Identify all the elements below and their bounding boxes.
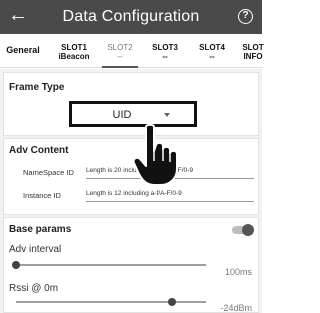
app-bar: ← Data Configuration ? bbox=[0, 0, 262, 34]
slider-thumb[interactable] bbox=[12, 261, 20, 269]
frame-type-title: Frame Type bbox=[9, 82, 65, 93]
adv-content-title: Adv Content bbox=[9, 145, 69, 156]
adv-interval-slider[interactable] bbox=[12, 261, 206, 269]
rssi-slider[interactable] bbox=[16, 298, 206, 306]
instance-id-label: Instance ID bbox=[23, 191, 61, 200]
instance-id-field[interactable]: Length is 12 including a-f/A-F/0-9 bbox=[86, 190, 254, 202]
pointing-hand-icon bbox=[132, 123, 178, 186]
tab-slot3[interactable]: SLOT3 -- bbox=[143, 34, 187, 68]
tab-label: SLOT bbox=[242, 43, 264, 52]
tab-slot4[interactable]: SLOT4 -- bbox=[190, 34, 234, 68]
base-params-toggle[interactable] bbox=[232, 224, 254, 236]
caret-down-icon bbox=[164, 113, 170, 117]
rssi-value: -24dBm bbox=[220, 303, 252, 313]
tab-slot2[interactable]: SLOT2 -- bbox=[98, 34, 142, 68]
help-circle-icon[interactable]: ? bbox=[238, 9, 253, 24]
tab-sublabel: -- bbox=[117, 52, 123, 61]
base-params-card: Base params Adv interval 100ms Rssi @ 0m… bbox=[3, 217, 259, 313]
slider-track bbox=[16, 301, 206, 303]
tab-slot1[interactable]: SLOT1 iBeacon bbox=[52, 34, 96, 68]
slider-thumb[interactable] bbox=[167, 298, 176, 306]
tab-label: SLOT1 bbox=[61, 43, 87, 52]
active-tab-indicator bbox=[102, 66, 138, 68]
tab-sublabel: iBeacon bbox=[58, 52, 90, 61]
tab-label: SLOT2 bbox=[107, 43, 133, 52]
namespace-id-label: NameSpace ID bbox=[23, 168, 74, 177]
slider-track bbox=[16, 264, 206, 266]
tab-label: SLOT4 bbox=[199, 43, 225, 52]
toggle-knob[interactable] bbox=[242, 224, 254, 236]
adv-interval-label: Adv interval bbox=[9, 244, 62, 255]
tab-label: SLOT3 bbox=[152, 43, 178, 52]
frame-type-value: UID bbox=[112, 109, 132, 121]
tab-sublabel: -- bbox=[162, 52, 168, 61]
base-params-title: Base params bbox=[9, 224, 72, 235]
tab-general[interactable]: General bbox=[0, 34, 46, 68]
adv-content-card: Adv Content NameSpace ID Length is 20 in… bbox=[3, 138, 259, 215]
content-area: Frame Type UID Adv Content NameSpace ID … bbox=[0, 69, 262, 313]
tab-slot-info[interactable]: SLOT INFO bbox=[236, 34, 270, 68]
tab-label: General bbox=[6, 45, 40, 55]
adv-interval-value: 100ms bbox=[224, 267, 252, 277]
page-title: Data Configuration bbox=[62, 8, 200, 25]
slot-tabs: General SLOT1 iBeacon SLOT2 -- SLOT3 -- … bbox=[0, 34, 264, 68]
rssi-label: Rssi @ 0m bbox=[9, 283, 59, 294]
tab-sublabel: INFO bbox=[243, 52, 263, 61]
tab-sublabel: -- bbox=[209, 52, 215, 61]
frame-type-card: Frame Type UID bbox=[3, 72, 259, 136]
